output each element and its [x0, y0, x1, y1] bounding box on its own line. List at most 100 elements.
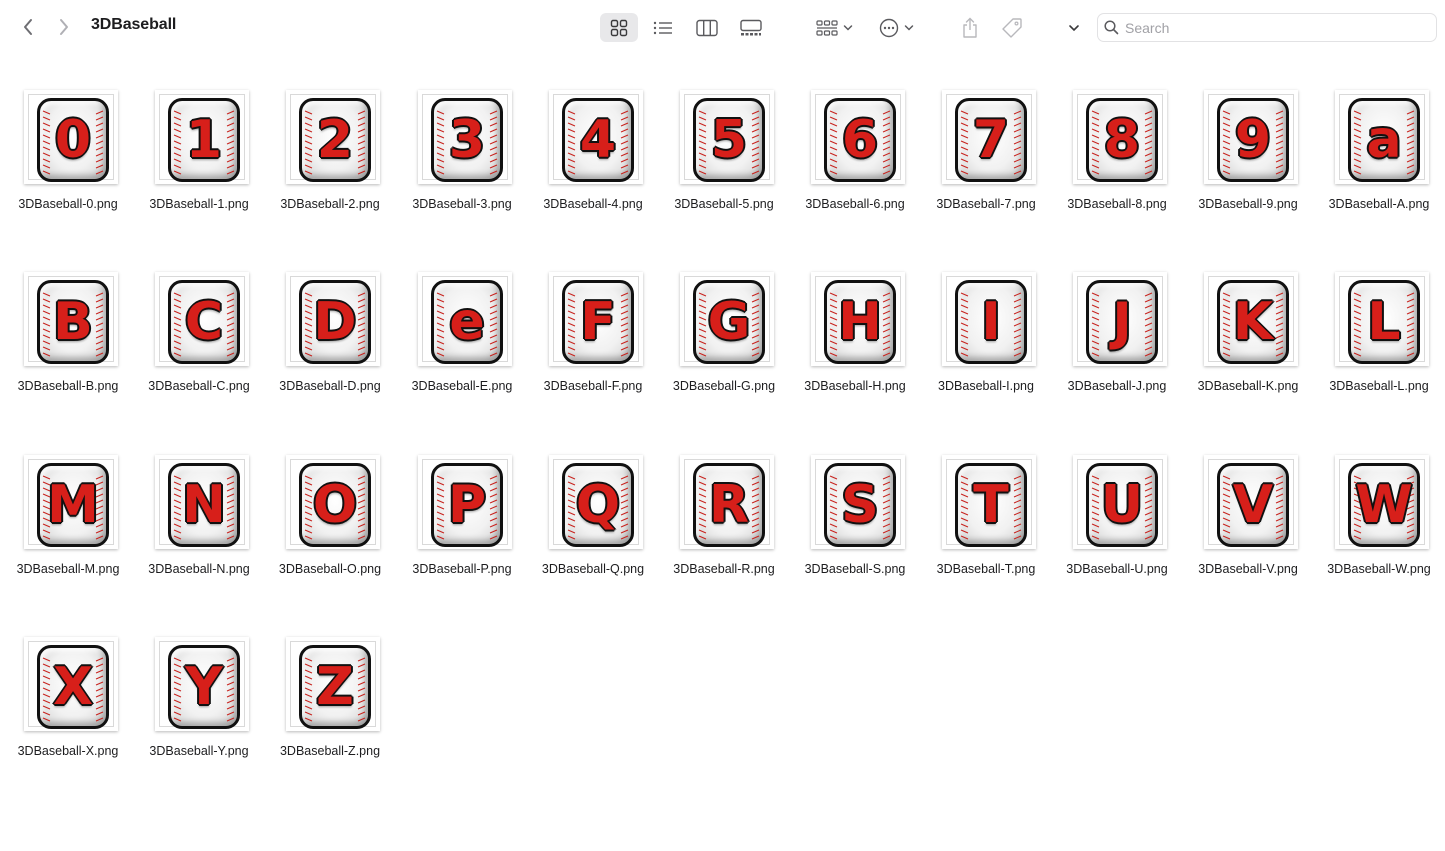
file-item[interactable]: H 3DBaseball-H.png [790, 268, 920, 418]
file-item[interactable]: a 3DBaseball-A.png [1314, 86, 1444, 236]
file-name-label: 3DBaseball-Y.png [149, 744, 249, 758]
file-item[interactable]: Q 3DBaseball-Q.png [528, 451, 658, 601]
baseball-glyph-image: a [1348, 98, 1420, 182]
file-item[interactable]: K 3DBaseball-K.png [1183, 268, 1313, 418]
file-name-label: 3DBaseball-7.png [936, 197, 1036, 211]
file-item[interactable]: 6 3DBaseball-6.png [790, 86, 920, 236]
file-item[interactable]: 2 3DBaseball-2.png [265, 86, 395, 236]
file-name-label: 3DBaseball-Q.png [541, 562, 645, 576]
file-name-label: 3DBaseball-L.png [1329, 379, 1429, 393]
baseball-glyph-image: T [955, 463, 1027, 547]
glyph-letter: 7 [972, 110, 1010, 170]
file-item[interactable]: S 3DBaseball-S.png [790, 451, 920, 601]
file-item[interactable]: I 3DBaseball-I.png [921, 268, 1051, 418]
file-thumbnail: M [24, 455, 118, 549]
glyph-letter: K [1232, 292, 1274, 352]
baseball-glyph-image: P [431, 463, 503, 547]
file-thumbnail: X [24, 637, 118, 731]
file-thumbnail: R [680, 455, 774, 549]
file-item[interactable]: N 3DBaseball-N.png [134, 451, 264, 601]
file-thumbnail: 6 [811, 90, 905, 184]
glyph-letter: X [52, 657, 94, 717]
file-item[interactable]: L 3DBaseball-L.png [1314, 268, 1444, 418]
glyph-letter: 4 [579, 110, 617, 170]
file-item[interactable]: 0 3DBaseball-0.png [3, 86, 133, 236]
file-thumbnail: G [680, 272, 774, 366]
file-thumbnail: T [942, 455, 1036, 549]
file-item[interactable]: U 3DBaseball-U.png [1052, 451, 1182, 601]
file-thumbnail: B [24, 272, 118, 366]
file-name-label: 3DBaseball-P.png [412, 562, 512, 576]
glyph-letter: a [1366, 110, 1402, 170]
baseball-glyph-image: 8 [1086, 98, 1158, 182]
file-item[interactable]: O 3DBaseball-O.png [265, 451, 395, 601]
file-item[interactable]: 5 3DBaseball-5.png [659, 86, 789, 236]
baseball-glyph-image: L [1348, 280, 1420, 364]
file-icon-grid: 0 3DBaseball-0.png 1 3DBaseball-1.png 2 3DBas… [0, 0, 1445, 851]
file-name-label: 3DBaseball-6.png [805, 197, 905, 211]
glyph-letter: H [838, 292, 882, 352]
file-item[interactable]: 8 3DBaseball-8.png [1052, 86, 1182, 236]
file-item[interactable]: P 3DBaseball-P.png [397, 451, 527, 601]
baseball-glyph-image: 6 [824, 98, 896, 182]
file-item[interactable]: D 3DBaseball-D.png [265, 268, 395, 418]
glyph-letter: G [707, 292, 751, 352]
file-thumbnail: O [286, 455, 380, 549]
file-thumbnail: K [1204, 272, 1298, 366]
file-item[interactable]: F 3DBaseball-F.png [528, 268, 658, 418]
file-item[interactable]: 3 3DBaseball-3.png [397, 86, 527, 236]
file-thumbnail: 8 [1073, 90, 1167, 184]
file-item[interactable]: Z 3DBaseball-Z.png [265, 633, 395, 783]
file-item[interactable]: 1 3DBaseball-1.png [134, 86, 264, 236]
baseball-glyph-image: 7 [955, 98, 1027, 182]
glyph-letter: 9 [1234, 110, 1272, 170]
glyph-letter: U [1100, 475, 1144, 535]
file-name-label: 3DBaseball-S.png [804, 562, 906, 576]
file-item[interactable]: C 3DBaseball-C.png [134, 268, 264, 418]
file-name-label: 3DBaseball-A.png [1328, 197, 1430, 211]
file-name-label: 3DBaseball-V.png [1198, 562, 1298, 576]
glyph-letter: D [313, 292, 357, 352]
baseball-glyph-image: G [693, 280, 765, 364]
baseball-glyph-image: C [168, 280, 240, 364]
baseball-glyph-image: S [824, 463, 896, 547]
glyph-letter: Q [575, 475, 621, 535]
file-item[interactable]: V 3DBaseball-V.png [1183, 451, 1313, 601]
file-thumbnail: 7 [942, 90, 1036, 184]
file-item[interactable]: 7 3DBaseball-7.png [921, 86, 1051, 236]
file-item[interactable]: 4 3DBaseball-4.png [528, 86, 658, 236]
file-name-label: 3DBaseball-E.png [411, 379, 513, 393]
file-name-label: 3DBaseball-D.png [279, 379, 381, 393]
file-item[interactable]: W 3DBaseball-W.png [1314, 451, 1444, 601]
baseball-glyph-image: O [299, 463, 371, 547]
glyph-letter: M [47, 475, 99, 535]
baseball-glyph-image: M [37, 463, 109, 547]
baseball-glyph-image: e [431, 280, 503, 364]
file-item[interactable]: T 3DBaseball-T.png [921, 451, 1051, 601]
baseball-glyph-image: X [37, 645, 109, 729]
file-thumbnail: Q [549, 455, 643, 549]
file-name-label: 3DBaseball-J.png [1067, 379, 1167, 393]
file-item[interactable]: R 3DBaseball-R.png [659, 451, 789, 601]
baseball-glyph-image: R [693, 463, 765, 547]
file-thumbnail: I [942, 272, 1036, 366]
file-item[interactable]: X 3DBaseball-X.png [3, 633, 133, 783]
file-item[interactable]: M 3DBaseball-M.png [3, 451, 133, 601]
file-item[interactable]: e 3DBaseball-E.png [397, 268, 527, 418]
baseball-glyph-image: 4 [562, 98, 634, 182]
glyph-letter: O [312, 475, 358, 535]
file-item[interactable]: Y 3DBaseball-Y.png [134, 633, 264, 783]
glyph-letter: R [708, 475, 750, 535]
file-name-label: 3DBaseball-K.png [1197, 379, 1299, 393]
file-item[interactable]: G 3DBaseball-G.png [659, 268, 789, 418]
file-thumbnail: D [286, 272, 380, 366]
file-thumbnail: 3 [418, 90, 512, 184]
file-item[interactable]: B 3DBaseball-B.png [3, 268, 133, 418]
file-item[interactable]: 9 3DBaseball-9.png [1183, 86, 1313, 236]
file-name-label: 3DBaseball-C.png [148, 379, 250, 393]
file-thumbnail: e [418, 272, 512, 366]
file-name-label: 3DBaseball-4.png [543, 197, 643, 211]
file-item[interactable]: J 3DBaseball-J.png [1052, 268, 1182, 418]
glyph-letter: 3 [448, 110, 486, 170]
baseball-glyph-image: J [1086, 280, 1158, 364]
